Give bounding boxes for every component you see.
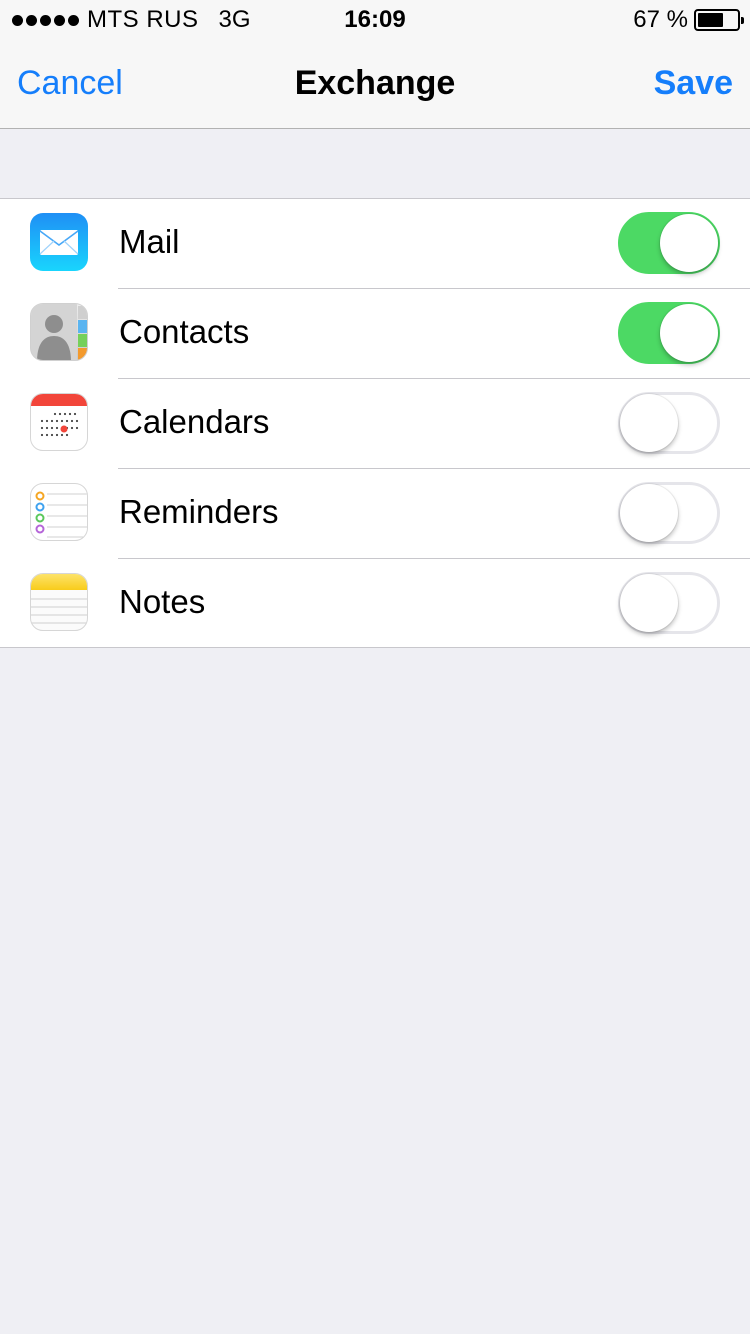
battery-percent: 67 % (633, 6, 688, 33)
page-title: Exchange (294, 64, 456, 102)
setting-label: Mail (119, 223, 180, 260)
notes-icon (30, 573, 88, 631)
setting-label: Notes (119, 583, 206, 620)
contacts-icon (30, 303, 88, 361)
setting-row-calendars: Calendars (0, 379, 750, 469)
status-bar: MTS RUS 3G 16:09 67 % (0, 0, 750, 40)
battery-icon (694, 9, 744, 31)
setting-row-reminders: Reminders (0, 469, 750, 559)
setting-row-contacts: Contacts (0, 289, 750, 379)
navigation-bar: Cancel Exchange Save (0, 40, 750, 129)
setting-row-mail: Mail (0, 199, 750, 289)
reminders-toggle[interactable] (618, 482, 720, 544)
calendar-icon (30, 393, 88, 451)
setting-label: Contacts (119, 313, 250, 350)
status-right: 67 % (633, 6, 744, 34)
mail-toggle[interactable] (618, 212, 720, 274)
setting-label: Reminders (119, 493, 279, 530)
sync-settings-list: Mail Contacts Calendars Reminders Notes (0, 198, 750, 648)
reminders-icon (30, 483, 88, 541)
mail-icon (30, 213, 88, 271)
setting-row-notes: Notes (0, 559, 750, 649)
battery-level-fill (698, 13, 723, 27)
notes-toggle[interactable] (618, 572, 720, 634)
contacts-toggle[interactable] (618, 302, 720, 364)
setting-label: Calendars (119, 403, 270, 440)
save-button[interactable]: Save (654, 64, 733, 103)
calendars-toggle[interactable] (618, 392, 720, 454)
